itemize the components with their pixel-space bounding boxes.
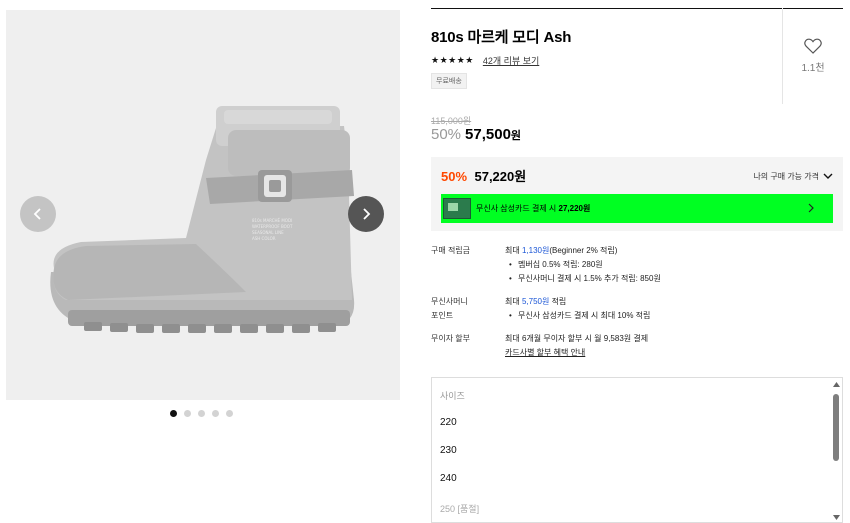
rating-row: ★★★★★ 42개 리뷰 보기 xyxy=(431,54,539,67)
money-amount: 5,750원 xyxy=(521,297,550,306)
my-price-box: 50% 57,220원 나의 구매 가능 가격 무신사 삼성카드 결제 시 27… xyxy=(431,157,843,231)
installment-row: 무이자 할부 최대 6개월 무이자 할부 시 월 9,583원 결제 카드사별 … xyxy=(431,332,843,360)
money-row: 무신사머니포인트 최대 5,750원 적립 무신사 삼성카드 결제 시 최대 1… xyxy=(431,295,843,323)
money-label: 무신사머니 포인트 xyxy=(431,297,468,320)
points-amount: 1,130원 xyxy=(521,246,550,255)
money-item: 무신사 삼성카드 결제 시 최대 10% 적립 xyxy=(505,309,650,323)
size-option-240[interactable]: 240 xyxy=(440,473,457,484)
chevron-left-icon xyxy=(33,208,41,220)
boot-print-line-2: WATERPROOF BOOT xyxy=(252,224,293,229)
points-item: 무신사머니 결제 시 1.5% 추가 적립: 850원 xyxy=(505,272,661,286)
size-option-250-soldout: 250 [품절] xyxy=(440,504,480,514)
pagination-dot-1[interactable] xyxy=(170,410,177,417)
like-count: 1.1천 xyxy=(801,63,825,74)
my-price-label: 나의 구매 가능 가격 xyxy=(753,171,819,181)
pagination-dot-4[interactable] xyxy=(212,410,219,417)
price-unit: 원 xyxy=(510,130,522,142)
product-title: 810s 마르케 모디 Ash xyxy=(431,29,572,46)
card-banner-price: 27,220원 xyxy=(558,204,591,213)
samsung-card-banner[interactable]: 무신사 삼성카드 결제 시 27,220원 xyxy=(441,194,833,223)
card-banner-text: 무신사 삼성카드 결제 시 27,220원 xyxy=(476,204,591,213)
caret-up-icon xyxy=(833,381,840,387)
my-price-toggle[interactable]: 나의 구매 가능 가격 xyxy=(753,171,833,182)
my-price: 50% 57,220원 xyxy=(441,166,526,186)
chevron-right-icon xyxy=(363,208,371,220)
discount-rate: 50% xyxy=(431,126,462,143)
caret-down-icon xyxy=(833,514,840,520)
size-option-230[interactable]: 230 xyxy=(440,445,457,456)
size-placeholder: 사이즈 xyxy=(440,391,465,401)
points-label: 구매 적립금 xyxy=(431,246,471,255)
review-link[interactable]: 42개 리뷰 보기 xyxy=(483,54,539,67)
boot-print-line-3: SEASONAL LINE xyxy=(252,230,284,235)
size-option-220[interactable]: 220 xyxy=(440,417,457,428)
scroll-down-arrow[interactable] xyxy=(832,513,841,521)
installment-text: 최대 6개월 무이자 할부 시 월 9,583원 결제 xyxy=(505,334,649,343)
heart-icon xyxy=(804,38,822,54)
free-shipping-badge: 무료배송 xyxy=(431,73,467,89)
product-image-gallery: 810s MARCHÉ MODI WATERPROOF BOOT SEASONA… xyxy=(6,10,400,400)
my-price-value: 57,220원 xyxy=(474,169,527,184)
my-discount-rate: 50% xyxy=(441,169,468,184)
star-rating-icon: ★★★★★ xyxy=(431,55,474,65)
gallery-pagination xyxy=(170,410,233,417)
size-dropdown-list[interactable]: 사이즈 220 230 240 250 [품절] xyxy=(431,377,843,523)
chevron-right-icon xyxy=(808,203,814,213)
next-image-button[interactable] xyxy=(348,196,384,232)
pagination-dot-2[interactable] xyxy=(184,410,191,417)
pagination-dot-5[interactable] xyxy=(226,410,233,417)
boot-print-line-4: ASH COLOR xyxy=(252,236,276,241)
sale-price-row: 50% 57,500 원 xyxy=(431,126,521,143)
product-boot-image: 810s MARCHÉ MODI WATERPROOF BOOT SEASONA… xyxy=(50,106,355,333)
previous-image-button[interactable] xyxy=(20,196,56,232)
scroll-up-arrow[interactable] xyxy=(832,380,841,388)
pagination-dot-3[interactable] xyxy=(198,410,205,417)
scrollbar-thumb[interactable] xyxy=(833,394,839,461)
benefits-section: 구매 적립금 최대 1,130원(Beginner 2% 적립) 멤버십 0.5… xyxy=(431,244,843,369)
points-row: 구매 적립금 최대 1,130원(Beginner 2% 적립) 멤버십 0.5… xyxy=(431,244,843,286)
installment-link[interactable]: 카드사별 할부 혜택 안내 xyxy=(505,346,648,360)
points-item: 멤버십 0.5% 적립: 280원 xyxy=(505,258,661,272)
installment-label: 무이자 할부 xyxy=(431,334,471,343)
chevron-down-icon xyxy=(823,173,833,179)
credit-card-icon xyxy=(443,198,471,219)
sale-price: 57,500 xyxy=(465,126,511,143)
like-button[interactable]: 1.1천 xyxy=(782,8,843,104)
dropdown-scrollbar[interactable] xyxy=(832,380,841,521)
boot-print-line-1: 810s MARCHÉ MODI xyxy=(252,218,292,223)
